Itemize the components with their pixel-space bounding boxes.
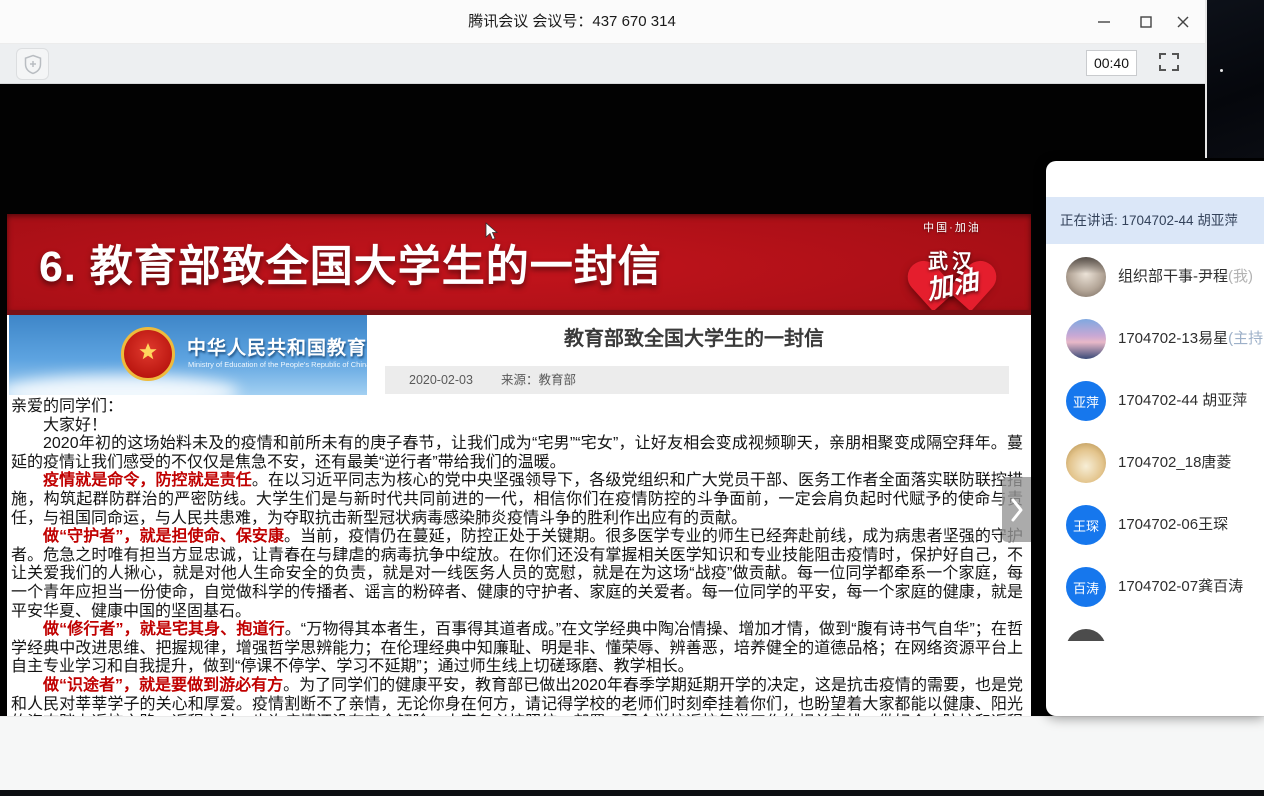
fullscreen-icon — [1157, 51, 1181, 73]
avatar — [1066, 443, 1106, 483]
moe-name-en: Ministry of Education of the People's Re… — [188, 360, 367, 369]
meeting-timer: 00:40 — [1086, 50, 1137, 76]
paragraph: 大家好！ — [11, 417, 1023, 436]
minimize-icon — [1096, 14, 1112, 30]
article-date: 2020-02-03 — [409, 373, 473, 387]
participants-panel: 正在讲话: 1704702-44 胡亚萍 组织部干事-尹程(我) 1704702… — [1046, 161, 1264, 716]
avatar — [1066, 629, 1106, 641]
meeting-toolbar-top — [0, 44, 1264, 84]
article-source: 来源：教育部 — [501, 373, 576, 387]
avatar — [1066, 319, 1106, 359]
avatar: 亚萍 — [1066, 381, 1106, 421]
screen-bottom-edge — [0, 789, 1264, 796]
now-speaking-bar: 正在讲话: 1704702-44 胡亚萍 — [1046, 197, 1264, 244]
speaker-video-thumbnail[interactable] — [1205, 0, 1264, 158]
chevron-right-icon — [1010, 497, 1024, 523]
participant-row[interactable]: 1704702-13易星(主持 — [1046, 308, 1264, 370]
paragraph: 2020年初的这场始料未及的疫情和前所未有的庚子春节，让我们成为“宅男”“宅女”… — [11, 435, 1023, 472]
moe-site-header: 中华人民共和国教育部 Ministry of Education of the … — [9, 315, 367, 395]
paragraph: 疫情就是命令，防控就是责任。在以习近平同志为核心的党中央坚强领导下，各级党组织和… — [11, 472, 1023, 528]
article-meta: 2020-02-03 来源：教育部 — [385, 366, 1009, 394]
participant-row[interactable]: 王琛 1704702-06王琛 — [1046, 494, 1264, 556]
participant-name: 1704702-13易星 — [1118, 330, 1228, 347]
close-button[interactable] — [1168, 7, 1198, 37]
tencent-meeting-window: 腾讯会议 会议号：437 670 314 00:40 6. 教育部致全国大 — [0, 0, 1264, 796]
participant-name: 1704702-44 胡亚萍 — [1118, 392, 1247, 409]
slide-title: 6. 教育部致全国大学生的一封信 — [39, 232, 662, 294]
participant-row[interactable]: 百涛 1704702-07龚百涛 — [1046, 556, 1264, 618]
fullscreen-button[interactable] — [1154, 50, 1184, 76]
moe-name-cn: 中华人民共和国教育部 — [187, 333, 367, 360]
participant-name: 1704702-06王琛 — [1118, 516, 1228, 533]
avatar: 百涛 — [1066, 567, 1106, 607]
title-bar: 腾讯会议 会议号：437 670 314 — [0, 0, 1264, 44]
national-emblem-icon — [121, 327, 175, 381]
paragraph: 亲爱的同学们： — [11, 398, 1023, 417]
paragraph: 做“修行者”，就是宅其身、抱道行。“万物得其本者生，百事得其道者成。”在文学经典… — [11, 621, 1023, 677]
mouse-cursor — [485, 222, 499, 242]
shield-plus-icon — [24, 54, 42, 75]
paragraph: 做“守护者”，就是担使命、保安康。当前，疫情仍在蔓延，防控正处于关键期。很多医学… — [11, 528, 1023, 621]
maximize-icon — [1138, 14, 1154, 30]
participant-row[interactable]: 亚萍 1704702-44 胡亚萍 — [1046, 370, 1264, 432]
participant-name: 组织部干事-尹程 — [1118, 268, 1228, 285]
participant-name: 1704702-07龚百涛 — [1118, 578, 1243, 595]
window-title: 腾讯会议 会议号：437 670 314 — [0, 0, 1144, 44]
participant-row[interactable]: 1704702_18唐菱 — [1046, 432, 1264, 494]
maximize-button[interactable] — [1131, 7, 1161, 37]
me-tag: (我) — [1228, 268, 1253, 285]
host-tag: (主持 — [1228, 330, 1263, 347]
china-jiayou-label: 中国·加油 — [879, 219, 1025, 235]
participant-row[interactable] — [1046, 618, 1264, 641]
avatar: 王琛 — [1066, 505, 1106, 545]
slide-banner: 6. 教育部致全国大学生的一封信 中国·加油 武汉 加油 — [7, 214, 1031, 311]
avatar — [1066, 257, 1106, 297]
minimize-button[interactable] — [1089, 7, 1119, 37]
close-icon — [1175, 14, 1191, 30]
wuhan-jiayou-badge: 中国·加油 武汉 加油 — [879, 216, 1025, 309]
security-shield-button[interactable] — [16, 48, 49, 80]
participant-row[interactable]: 组织部干事-尹程(我) — [1046, 246, 1264, 308]
meeting-toolbar-bottom: 解除静音 开启视频 共享屏幕 — [0, 716, 1264, 790]
participant-name: 1704702_18唐菱 — [1118, 454, 1231, 471]
next-slide-button[interactable] — [1002, 477, 1031, 542]
participant-list: 组织部干事-尹程(我) 1704702-13易星(主持 亚萍 1704702-4… — [1046, 246, 1264, 641]
article-title: 教育部致全国大学生的一封信 — [367, 322, 1021, 351]
